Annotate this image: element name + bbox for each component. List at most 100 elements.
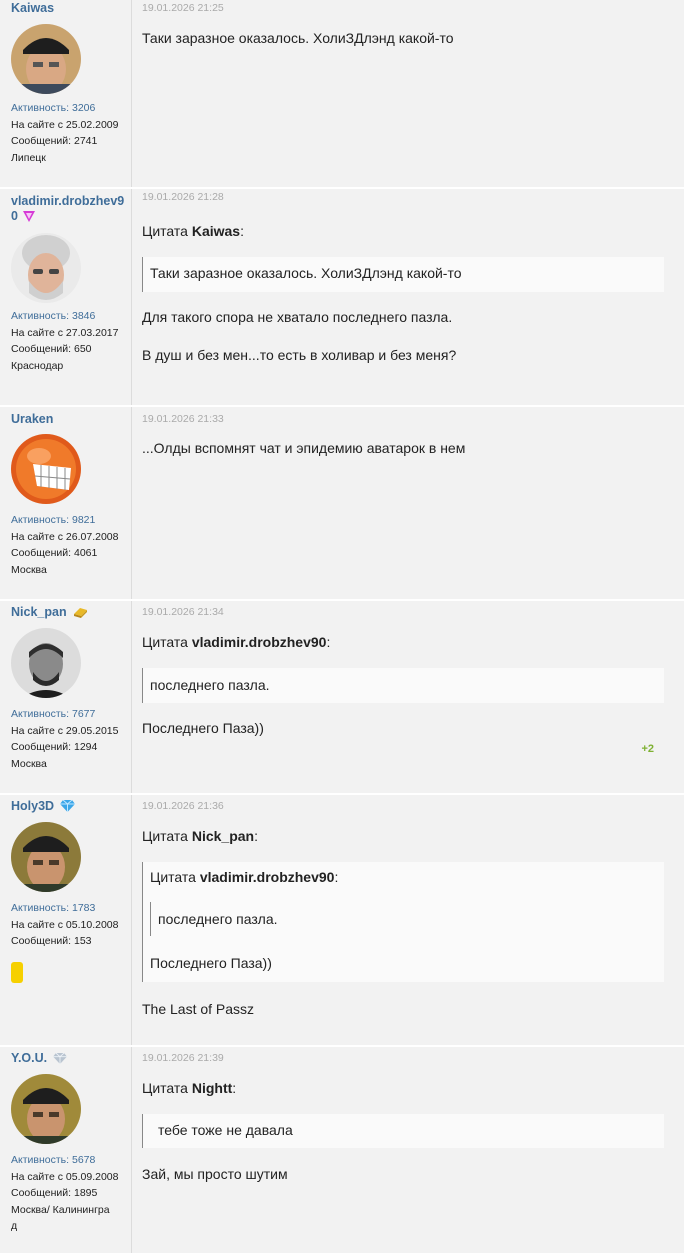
activity-value: 3846 [71, 310, 96, 322]
activity-value: 7677 [71, 708, 96, 720]
author-location: Липецк [11, 151, 46, 164]
author-location: Москва [11, 563, 47, 576]
username-link[interactable]: Nick_pan [11, 605, 123, 622]
quote-author[interactable]: Nick_pan [192, 828, 254, 844]
diamond-icon [59, 799, 75, 816]
avatar[interactable] [11, 628, 81, 698]
messages-label: Сообщений: [11, 343, 74, 355]
quote-label: Цитата [142, 634, 192, 650]
since-label: На сайте с [11, 724, 66, 737]
activity-value: 5678 [71, 1154, 96, 1166]
since-label: На сайте с [11, 918, 66, 931]
post-date: 19.01.2026 21:28 [142, 191, 224, 203]
post-author-panel: Nick_pan Активность: 7677 На сайте с 29.… [0, 601, 132, 793]
quote-text: Таки заразное оказалось. ХолиЗДлэнд како… [150, 265, 462, 281]
activity-label: Активность: [11, 708, 72, 720]
forum-post: vladimir.drobzhev9 0 Активность: 3846 На… [0, 189, 684, 407]
quote-author[interactable]: Nightt [192, 1080, 232, 1096]
inner-quote-title: Цитата vladimir.drobzhev90: [150, 869, 339, 885]
avatar[interactable] [11, 233, 81, 303]
avatar[interactable] [11, 1074, 81, 1144]
rating-badge[interactable]: +2 [641, 743, 654, 755]
quote-author[interactable]: Kaiwas [192, 223, 240, 239]
author-location-line2: д [11, 1220, 18, 1232]
yellow-badge-icon [11, 962, 23, 983]
forum-post: Kaiwas Активность: 3206 На сайте с 25.02… [0, 0, 684, 189]
username-line2: 0 [11, 209, 18, 223]
quote-title: Цитата Nick_pan: [142, 828, 258, 844]
since-value: 25.02.2009 [65, 118, 119, 131]
silver-diamond-icon [52, 1052, 67, 1068]
since-label: На сайте с [11, 326, 66, 339]
inner-quote-block: последнего пазла. [150, 902, 650, 936]
forum-post: Uraken Активность: 9821 На сайте с 26.07… [0, 407, 684, 601]
activity-label: Активность: [11, 902, 72, 914]
username-link[interactable]: vladimir.drobzhev9 0 [11, 194, 125, 226]
messages-label: Сообщений: [11, 1187, 74, 1199]
since-value: 05.10.2008 [65, 918, 119, 931]
author-stats: Активность: 3846 На сайте с 27.03.2017 С… [11, 308, 118, 374]
post-text: Последнего Паза)) [142, 720, 264, 736]
quote-label: Цитата [142, 1080, 192, 1096]
post-author-panel: Y.O.U. Активность: 5678 На сайте с 05.09… [0, 1047, 132, 1253]
author-stats: Активность: 1783 На сайте с 05.10.2008 С… [11, 900, 118, 950]
quote-block: Таки заразное оказалось. ХолиЗДлэнд како… [142, 257, 664, 292]
author-stats: Активность: 9821 На сайте с 26.07.2008 С… [11, 512, 118, 578]
quote-text: последнего пазла. [150, 677, 270, 693]
quote-label: Цитата [150, 869, 200, 885]
activity-label: Активность: [11, 514, 72, 526]
username-text: Nick_pan [11, 605, 67, 619]
messages-label: Сообщений: [11, 547, 74, 559]
author-stats: Активность: 3206 На сайте с 25.02.2009 С… [11, 100, 118, 166]
post-date: 19.01.2026 21:36 [142, 800, 224, 812]
activity-label: Активность: [11, 1154, 72, 1166]
since-label: На сайте с [11, 530, 66, 543]
avatar[interactable] [11, 24, 81, 94]
username-link[interactable]: Kaiwas [11, 1, 123, 16]
since-label: На сайте с [11, 1170, 66, 1183]
messages-value: 2741 [74, 135, 98, 147]
messages-value: 4061 [74, 547, 98, 559]
post-date: 19.01.2026 21:39 [142, 1052, 224, 1064]
author-location-line1: Москва/ Калинингра [11, 1203, 110, 1216]
messages-label: Сообщений: [11, 135, 74, 147]
post-author-panel: vladimir.drobzhev9 0 Активность: 3846 На… [0, 189, 132, 405]
username-text: Holy3D [11, 799, 55, 813]
username-text: Y.O.U. [11, 1051, 48, 1065]
triangle-badge-icon [23, 211, 36, 226]
author-stats: Активность: 7677 На сайте с 29.05.2015 С… [11, 706, 118, 772]
post-date: 19.01.2026 21:33 [142, 413, 224, 425]
quote-text: Последнего Паза)) [150, 955, 272, 971]
messages-label: Сообщений: [11, 935, 74, 947]
since-value: 27.03.2017 [65, 326, 119, 339]
messages-value: 650 [74, 343, 92, 355]
quote-label: Цитата [142, 828, 192, 844]
avatar[interactable] [11, 822, 81, 892]
quote-title: Цитата Kaiwas: [142, 223, 244, 239]
post-author-panel: Holy3D Активность: 1783 На сайте с 05.10… [0, 795, 132, 1045]
quote-title: Цитата Nightt: [142, 1080, 237, 1096]
quote-author[interactable]: vladimir.drobzhev90 [192, 634, 327, 650]
username-line1: vladimir.drobzhev9 [11, 194, 125, 208]
author-stats: Активность: 5678 На сайте с 05.09.2008 С… [11, 1152, 118, 1235]
gold-bar-icon [72, 606, 88, 622]
post-text: ...Олды вспомнят чат и эпидемию аватарок… [142, 440, 466, 456]
quote-label: Цитата [142, 223, 192, 239]
quote-block: Цитата vladimir.drobzhev90: последнего п… [142, 862, 664, 982]
author-location: Москва [11, 757, 47, 770]
forum-post: Y.O.U. Активность: 5678 На сайте с 05.09… [0, 1047, 684, 1253]
post-date: 19.01.2026 21:25 [142, 2, 224, 14]
avatar[interactable] [11, 434, 81, 504]
activity-label: Активность: [11, 310, 72, 322]
post-text: Зай, мы просто шутим [142, 1166, 288, 1182]
messages-value: 153 [74, 935, 92, 947]
messages-value: 1895 [74, 1187, 98, 1199]
inner-quote-author[interactable]: vladimir.drobzhev90 [200, 869, 335, 885]
since-value: 05.09.2008 [65, 1170, 119, 1183]
username-link[interactable]: Uraken [11, 412, 123, 427]
username-link[interactable]: Holy3D [11, 799, 123, 816]
since-label: На сайте с [11, 118, 66, 131]
post-author-panel: Kaiwas Активность: 3206 На сайте с 25.02… [0, 0, 132, 187]
username-link[interactable]: Y.O.U. [11, 1051, 123, 1068]
since-value: 29.05.2015 [65, 724, 119, 737]
